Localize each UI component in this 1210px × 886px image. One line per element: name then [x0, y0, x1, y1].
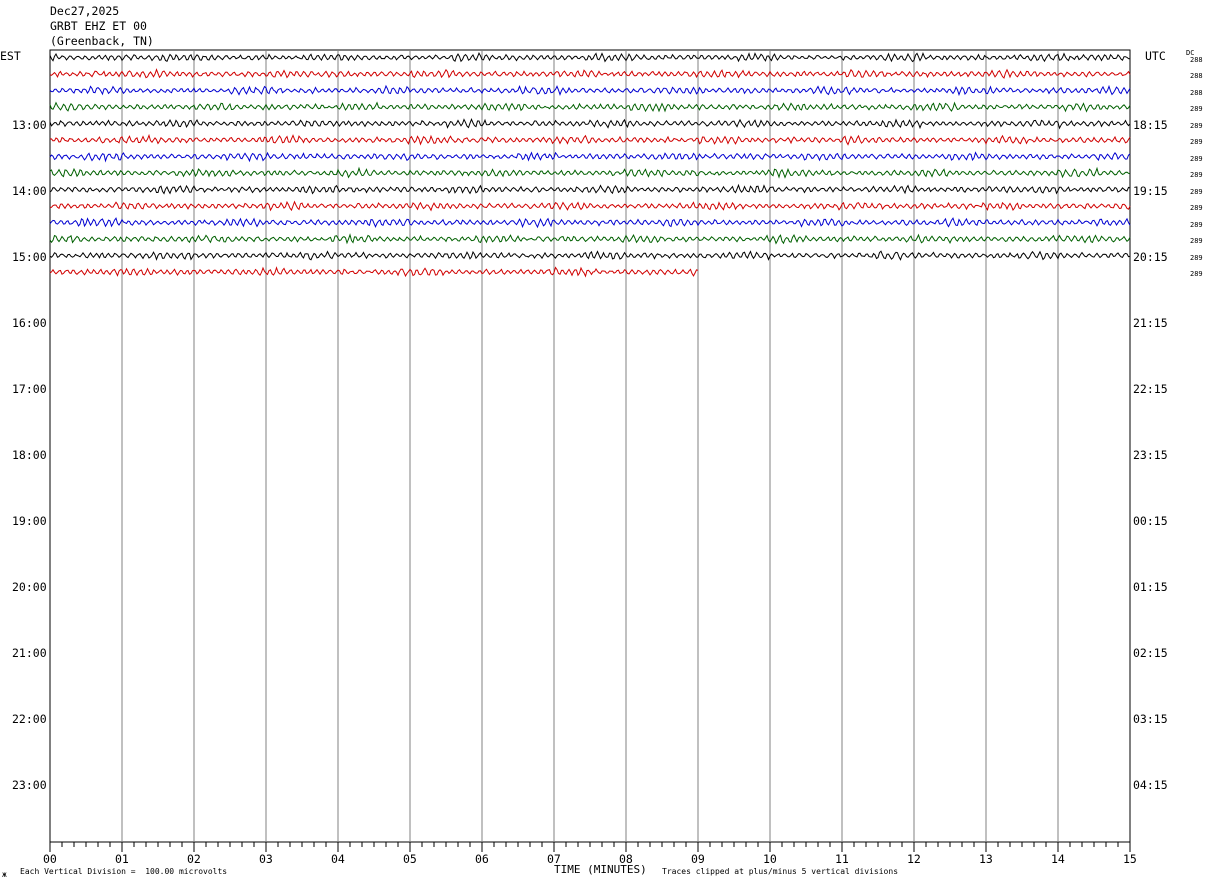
trace-row [49, 250, 1131, 261]
plot-frame [49, 49, 1131, 843]
right-hour-label: 01:15 [1133, 580, 1168, 594]
dc-value: 289 [1190, 187, 1203, 196]
right-hour-label: 00:15 [1133, 514, 1168, 528]
left-hour-label: 18:00 [12, 448, 47, 462]
x-axis-title: TIME (MINUTES) [554, 863, 647, 876]
trace-row [49, 266, 699, 278]
dc-value: 289 [1190, 270, 1203, 278]
x-tick-label: 06 [475, 852, 489, 866]
right-hour-label: 18:15 [1133, 118, 1168, 132]
x-tick-label: 09 [691, 852, 705, 866]
left-hour-label: 20:00 [12, 580, 47, 594]
x-tick-label: 04 [331, 852, 345, 866]
left-hour-label: 15:00 [12, 250, 47, 264]
right-hour-label: 02:15 [1133, 646, 1168, 660]
x-tick-label: 10 [763, 852, 777, 866]
right-hour-label: 20:15 [1133, 250, 1168, 264]
right-hour-label: 22:15 [1133, 382, 1168, 396]
right-hour-label: 23:15 [1133, 448, 1168, 462]
trace-row [49, 84, 1131, 97]
trace-row [49, 217, 1131, 229]
dc-value: 289 [1190, 105, 1203, 113]
trace-row [49, 68, 1131, 79]
dc-value: 289 [1190, 253, 1203, 262]
dc-value: 289 [1190, 204, 1203, 212]
x-tick-label: 11 [835, 852, 849, 866]
dc-value: 289 [1190, 237, 1203, 245]
x-tick-label: 13 [979, 852, 993, 866]
dc-value: 288 [1190, 55, 1203, 64]
left-hour-label: 14:00 [12, 184, 47, 198]
trace-row [49, 101, 1131, 113]
right-hour-label: 03:15 [1133, 712, 1168, 726]
corner-mark: ж [2, 870, 7, 879]
dc-value: 289 [1190, 220, 1203, 229]
dc-value: 288 [1190, 88, 1203, 97]
x-tick-label: 14 [1051, 852, 1065, 866]
clip-note: Traces clipped at plus/minus 5 vertical … [662, 867, 899, 876]
trace-row [49, 151, 1131, 163]
trace-row [49, 133, 1131, 146]
trace-row [49, 183, 1131, 195]
dc-value: 289 [1190, 138, 1203, 146]
dc-value: 289 [1190, 121, 1203, 130]
scale-note: Each Vertical Division = 100.00 microvol… [20, 867, 228, 876]
left-hour-label: 13:00 [12, 118, 47, 132]
dc-value: 289 [1190, 171, 1203, 179]
left-hour-label: 22:00 [12, 712, 47, 726]
left-hour-label: 21:00 [12, 646, 47, 660]
trace-row [49, 200, 1131, 212]
right-hour-label: 19:15 [1133, 184, 1168, 198]
x-tick-label: 00 [43, 852, 57, 866]
left-hour-label: 23:00 [12, 778, 47, 792]
x-tick-label: 05 [403, 852, 417, 866]
x-tick-label: 02 [187, 852, 201, 866]
trace-row [49, 117, 1131, 130]
left-hour-label: 17:00 [12, 382, 47, 396]
x-tick-label: 03 [259, 852, 273, 866]
helicorder-chart [49, 49, 1131, 852]
trace-row [49, 166, 1131, 179]
right-hour-label: 04:15 [1133, 778, 1168, 792]
trace-row [49, 233, 1131, 245]
x-tick-label: 15 [1123, 852, 1137, 866]
left-hour-label: 16:00 [12, 316, 47, 330]
x-tick-label: 12 [907, 852, 921, 866]
left-hour-label: 19:00 [12, 514, 47, 528]
dc-value: 289 [1190, 154, 1203, 163]
trace-row [49, 52, 1131, 63]
right-hour-label: 21:15 [1133, 316, 1168, 330]
dc-value: 288 [1190, 72, 1203, 80]
x-tick-label: 01 [115, 852, 129, 866]
